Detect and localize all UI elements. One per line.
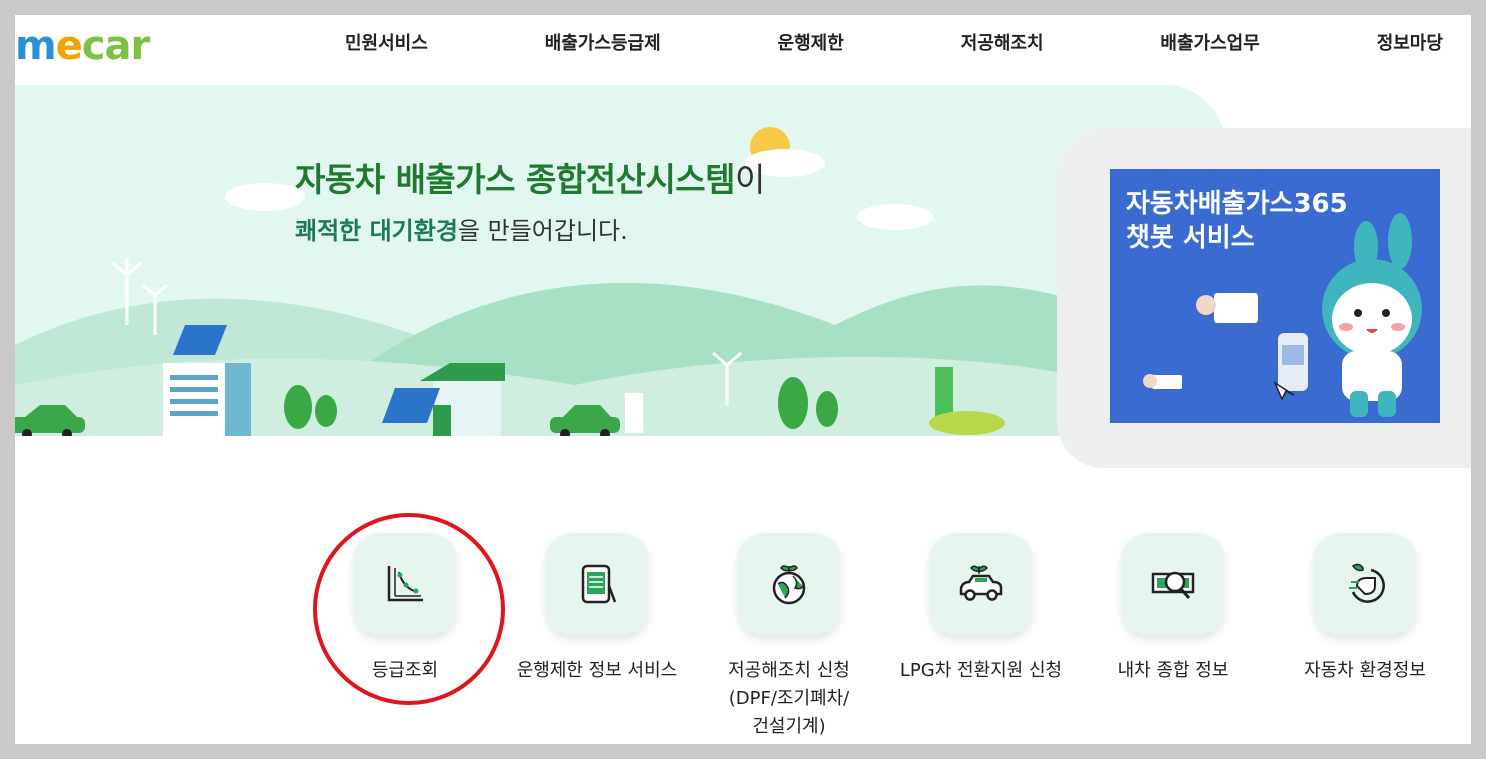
quick-item-label: 등급조회 — [371, 660, 439, 681]
nav-driving-restriction[interactable]: 운행제한 — [778, 29, 844, 54]
hero-banner: 자동차 배출가스 종합전산시스템이 쾌적한 대기환경을 만들어갑니다. — [15, 85, 1225, 436]
nav-low-emission[interactable]: 저공해조치 — [961, 29, 1044, 54]
hero-sub-strong: 쾌적한 대기환경 — [295, 217, 458, 245]
chatbot-banner-line2: 챗봇 서비스 — [1126, 223, 1255, 253]
logo-car: car — [81, 23, 150, 69]
nav-emission-grade[interactable]: 배출가스등급제 — [545, 29, 661, 54]
quick-item-box[interactable] — [738, 533, 840, 635]
quick-item-label: LPG차 전환지원 신청 — [899, 660, 1063, 681]
quick-item-label: 내차 종합 정보 — [1117, 660, 1229, 681]
quick-item-my-car-info[interactable]: 내차 종합 정보 — [1073, 533, 1273, 685]
logo-m: m — [15, 23, 57, 69]
quick-item-low-emission-apply[interactable]: 저공해조치 신청 (DPF/조기폐차/ 건설기계) — [689, 533, 889, 741]
eco-car-icon — [959, 565, 1003, 601]
hero-illustration — [15, 127, 1115, 436]
page-frame: mecar 민원서비스 배출가스등급제 운행제한 저공해조치 배출가스업무 정보… — [15, 15, 1471, 744]
hero-title-tail: 이 — [735, 160, 765, 199]
hero-sub-tail: 을 만들어갑니다. — [457, 217, 628, 245]
quick-item-grade-lookup[interactable]: 등급조회 — [305, 533, 505, 685]
magnifier-money-icon — [1151, 571, 1195, 599]
quick-item-box[interactable] — [1122, 533, 1224, 635]
hero-subtitle: 쾌적한 대기환경을 만들어갑니다. — [295, 211, 628, 246]
logo-e: e — [55, 23, 83, 69]
nav-civil-service[interactable]: 민원서비스 — [345, 29, 428, 54]
quick-item-box[interactable] — [546, 533, 648, 635]
quick-item-car-env-info[interactable]: 자동차 환경정보 — [1265, 533, 1465, 685]
quick-item-driving-restriction[interactable]: 운행제한 정보 서비스 — [497, 533, 697, 685]
quick-menu: 등급조회 운행제한 정보 서비스 저공해조치 신청 (DPF/조기폐차/ 건설기… — [305, 533, 1455, 743]
quick-item-label: 저공해조치 신청 (DPF/조기폐차/ 건설기계) — [728, 660, 850, 737]
quick-item-box[interactable] — [354, 533, 456, 635]
quick-item-label: 운행제한 정보 서비스 — [516, 660, 678, 681]
quick-item-lpg-conversion[interactable]: LPG차 전환지원 신청 — [881, 533, 1081, 685]
eco-leaf-icon — [1349, 563, 1385, 603]
mecar-logo[interactable]: mecar — [15, 23, 165, 73]
nav-info[interactable]: 정보마당 — [1377, 29, 1443, 54]
hero-title-strong: 자동차 배출가스 종합전산시스템 — [295, 160, 736, 199]
main-nav: 민원서비스 배출가스등급제 운행제한 저공해조치 배출가스업무 정보마당 — [345, 29, 1443, 54]
grade-chart-icon — [387, 566, 423, 602]
hero-title: 자동차 배출가스 종합전산시스템이 — [295, 153, 765, 201]
chatbot-banner-line1: 자동차배출가스365 — [1126, 189, 1348, 219]
earth-sprout-icon — [772, 565, 806, 605]
tablet-icon — [581, 564, 617, 604]
chatbot-banner[interactable]: 자동차배출가스365 챗봇 서비스 — [1110, 169, 1440, 423]
quick-item-box[interactable] — [930, 533, 1032, 635]
nav-emission-work[interactable]: 배출가스업무 — [1160, 29, 1259, 54]
quick-item-label: 자동차 환경정보 — [1304, 660, 1426, 681]
quick-item-box[interactable] — [1314, 533, 1416, 635]
chatbot-banner-title: 자동차배출가스365 챗봇 서비스 — [1126, 187, 1348, 255]
